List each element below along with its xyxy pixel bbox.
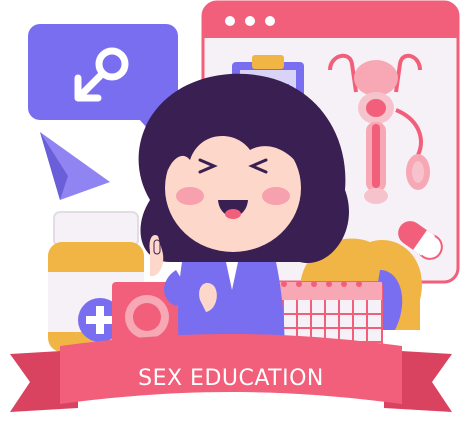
paper-plane-icon: [40, 132, 110, 200]
sex-education-illustration: [0, 0, 462, 431]
banner-ribbon: [10, 334, 452, 412]
window-dots-icon: [225, 16, 275, 26]
